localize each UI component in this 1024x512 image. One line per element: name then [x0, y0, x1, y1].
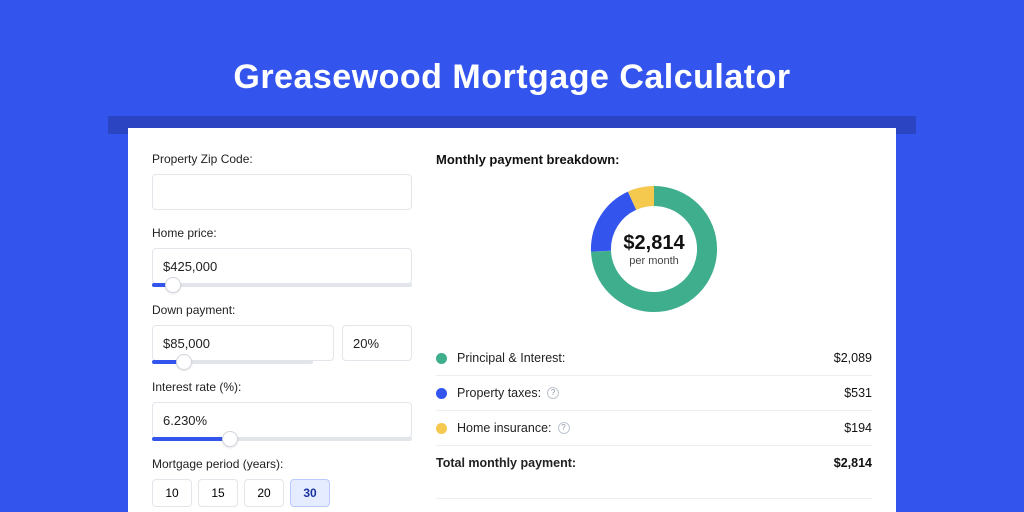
- donut-sub: per month: [629, 255, 679, 267]
- zip-input[interactable]: [152, 174, 412, 210]
- line-item-label: Property taxes:?: [457, 386, 844, 400]
- down-payment-label: Down payment:: [152, 303, 412, 317]
- home-price-slider[interactable]: [152, 283, 412, 287]
- line-item-home-insurance: Home insurance:?$194: [436, 411, 872, 446]
- period-segmented: 10152030: [152, 479, 412, 507]
- donut-amount: $2,814: [623, 232, 684, 255]
- down-payment-slider[interactable]: [152, 360, 313, 364]
- total-value: $2,814: [834, 456, 872, 470]
- green-dot-icon: [436, 353, 447, 364]
- breakdown-heading: Monthly payment breakdown:: [436, 152, 872, 167]
- donut-center: $2,814 per month: [584, 179, 724, 319]
- blue-dot-icon: [436, 388, 447, 399]
- interest-rate-label: Interest rate (%):: [152, 380, 412, 394]
- home-price-input[interactable]: [152, 248, 412, 284]
- period-option-30[interactable]: 30: [290, 479, 330, 507]
- interest-rate-slider-thumb[interactable]: [222, 431, 238, 447]
- line-item-value: $194: [844, 421, 872, 435]
- line-item-property-taxes: Property taxes:?$531: [436, 376, 872, 411]
- breakdown-column: Monthly payment breakdown: $2,814 per mo…: [436, 152, 872, 512]
- period-option-10[interactable]: 10: [152, 479, 192, 507]
- form-column: Property Zip Code: Home price: Down paym…: [152, 152, 412, 512]
- period-field: Mortgage period (years): 10152030: [152, 457, 412, 507]
- period-label: Mortgage period (years):: [152, 457, 412, 471]
- home-price-label: Home price:: [152, 226, 412, 240]
- yellow-dot-icon: [436, 423, 447, 434]
- total-label: Total monthly payment:: [436, 456, 834, 470]
- interest-rate-field: Interest rate (%):: [152, 380, 412, 441]
- calculator-card: Property Zip Code: Home price: Down paym…: [128, 128, 896, 512]
- line-items: Principal & Interest:$2,089Property taxe…: [436, 341, 872, 480]
- line-item-label: Home insurance:?: [457, 421, 844, 435]
- period-option-15[interactable]: 15: [198, 479, 238, 507]
- line-item-total: Total monthly payment:$2,814: [436, 446, 872, 480]
- line-item-label: Principal & Interest:: [457, 351, 834, 365]
- donut-wrap: $2,814 per month: [436, 179, 872, 319]
- down-payment-slider-thumb[interactable]: [176, 354, 192, 370]
- interest-rate-slider[interactable]: [152, 437, 412, 441]
- info-icon[interactable]: ?: [558, 422, 570, 434]
- amortization-section: Amortization for mortgage loan Amortizat…: [436, 498, 872, 512]
- line-item-value: $531: [844, 386, 872, 400]
- line-item-principal-interest: Principal & Interest:$2,089: [436, 341, 872, 376]
- zip-field: Property Zip Code:: [152, 152, 412, 210]
- interest-rate-slider-fill: [152, 437, 230, 441]
- page-title: Greasewood Mortgage Calculator: [0, 0, 1024, 97]
- period-option-20[interactable]: 20: [244, 479, 284, 507]
- line-item-value: $2,089: [834, 351, 872, 365]
- interest-rate-input[interactable]: [152, 402, 412, 438]
- home-price-field: Home price:: [152, 226, 412, 287]
- payment-donut-chart: $2,814 per month: [584, 179, 724, 319]
- zip-label: Property Zip Code:: [152, 152, 412, 166]
- down-payment-pct-input[interactable]: [342, 325, 412, 361]
- down-payment-field: Down payment:: [152, 303, 412, 364]
- info-icon[interactable]: ?: [547, 387, 559, 399]
- home-price-slider-thumb[interactable]: [165, 277, 181, 293]
